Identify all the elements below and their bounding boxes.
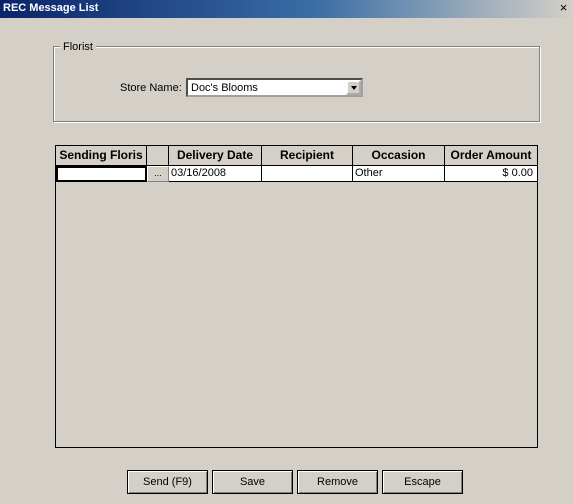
- close-icon[interactable]: ×: [557, 1, 570, 15]
- store-name-select[interactable]: Doc's Blooms: [186, 78, 363, 97]
- col-header-order-amount[interactable]: Order Amount: [445, 146, 537, 166]
- delivery-date-cell[interactable]: 03/16/2008: [169, 166, 262, 182]
- occasion-cell[interactable]: Other: [353, 166, 445, 182]
- save-button[interactable]: Save: [212, 470, 293, 494]
- store-name-value: Doc's Blooms: [191, 82, 258, 94]
- sending-florist-input[interactable]: [56, 166, 147, 182]
- col-header-delivery-date[interactable]: Delivery Date: [169, 146, 262, 166]
- chevron-down-icon[interactable]: [346, 80, 361, 95]
- col-header-button[interactable]: [147, 146, 169, 166]
- store-name-label: Store Name:: [120, 82, 182, 94]
- send-button[interactable]: Send (F9): [127, 470, 208, 494]
- message-grid[interactable]: Sending Floris Delivery Date Recipient O…: [55, 145, 538, 448]
- sending-florist-lookup-button[interactable]: ...: [147, 166, 169, 182]
- window-title: REC Message List: [3, 2, 99, 14]
- remove-button[interactable]: Remove: [297, 470, 378, 494]
- col-header-sending-florist[interactable]: Sending Floris: [56, 146, 147, 166]
- escape-button[interactable]: Escape: [382, 470, 463, 494]
- title-bar: REC Message List ×: [0, 0, 573, 18]
- florist-group-legend: Florist: [60, 41, 96, 53]
- col-header-recipient[interactable]: Recipient: [262, 146, 353, 166]
- col-header-occasion[interactable]: Occasion: [353, 146, 445, 166]
- recipient-cell[interactable]: [262, 166, 353, 182]
- order-amount-cell[interactable]: $ 0.00: [445, 166, 537, 182]
